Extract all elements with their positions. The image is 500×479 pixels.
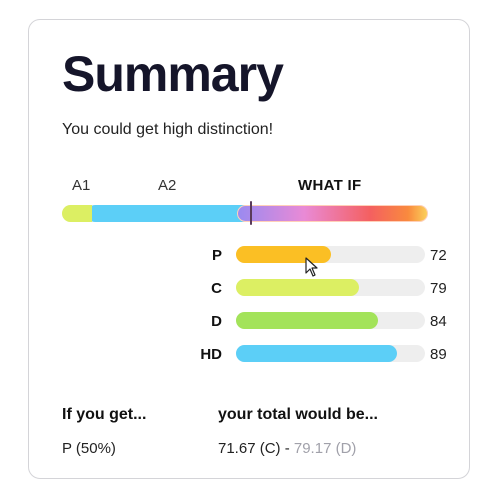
segment-label-a2: A2: [158, 177, 177, 194]
grade-track[interactable]: [236, 246, 425, 263]
grade-label: C: [211, 280, 222, 297]
results-column-header-total: your total would be...: [218, 406, 378, 423]
grade-fill: [236, 345, 397, 362]
result-row-grade: P (50%): [62, 440, 116, 457]
segment-a2: [87, 205, 247, 222]
result-row-total: 71.67 (C) - 79.17 (D): [218, 440, 356, 458]
grade-value: 72: [430, 247, 447, 264]
summary-subtitle: You could get high distinction!: [62, 121, 274, 138]
mouse-pointer-icon: [305, 257, 318, 277]
segment-whatif[interactable]: [237, 205, 428, 222]
overall-progress-bar: [62, 201, 428, 225]
grade-fill: [236, 312, 378, 329]
segment-label-whatif: WHAT IF: [298, 177, 362, 194]
page-title: Summary: [62, 46, 284, 102]
result-alt-value: 79.17 (D): [293, 440, 357, 457]
grade-label: D: [211, 313, 222, 330]
grade-value: 79: [430, 280, 447, 297]
grade-track[interactable]: [236, 345, 425, 362]
results-column-header-grade: If you get...: [62, 406, 147, 423]
grade-label: P: [211, 247, 222, 264]
grade-fill: [236, 279, 359, 296]
grade-value: 84: [430, 313, 447, 330]
whatif-drag-handle[interactable]: [250, 201, 252, 225]
segment-label-a1: A1: [72, 177, 91, 194]
grade-label: HD: [200, 346, 222, 363]
segment-a1: [62, 205, 92, 222]
grade-track[interactable]: [236, 279, 425, 296]
grade-track[interactable]: [236, 312, 425, 329]
result-total-value: 71.67 (C) -: [218, 440, 290, 457]
grade-value: 89: [430, 346, 447, 363]
